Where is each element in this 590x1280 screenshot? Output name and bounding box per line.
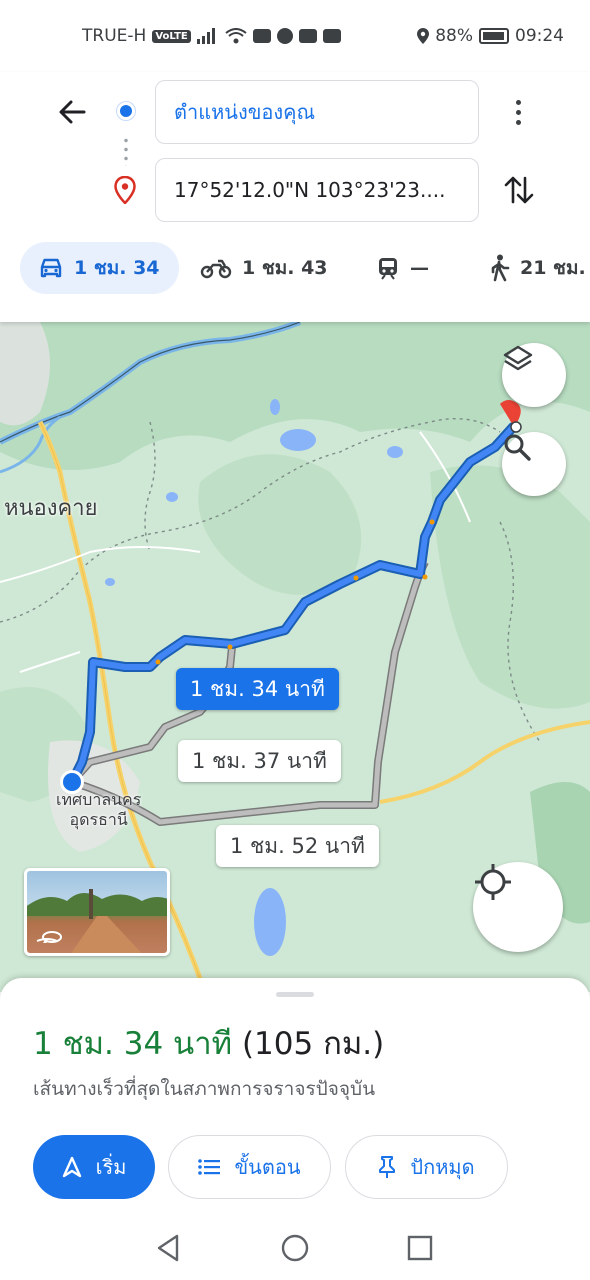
route-distance: (105 กม.): [241, 1026, 385, 1062]
location-status-icon: [417, 28, 430, 44]
connector-dots: [124, 136, 128, 166]
clock: 09:24: [515, 26, 564, 46]
pin-label: ปักหมุด: [410, 1155, 475, 1179]
directions-header: ตำแหน่งของคุณ 17°52'12.0"N 103°23'23....…: [0, 72, 590, 322]
tab-motorcycle[interactable]: 1 ชม. 43: [200, 242, 328, 294]
back-triangle-icon[interactable]: [153, 1232, 185, 1264]
tab-car[interactable]: 1 ชม. 34: [20, 242, 179, 294]
origin-field[interactable]: ตำแหน่งของคุณ: [155, 80, 479, 144]
pin-button[interactable]: ปักหมุด: [345, 1135, 508, 1199]
route-summary: 1 ชม. 34 นาที (105 กม.): [33, 1018, 384, 1068]
list-icon: [198, 1159, 221, 1175]
search-along-route-button[interactable]: [502, 432, 566, 496]
car-time: 1 ชม. 34: [74, 257, 160, 279]
steps-label: ขั้นตอน: [234, 1155, 301, 1179]
steps-button[interactable]: ขั้นตอน: [168, 1135, 331, 1199]
destination-field[interactable]: 17°52'12.0"N 103°23'23....: [155, 158, 479, 222]
drag-handle[interactable]: [276, 992, 314, 997]
system-navigation-bar: [0, 1218, 590, 1280]
route-description: เส้นทางเร็วที่สุดในสภาพการจราจรปัจจุบัน: [33, 1078, 376, 1100]
start-navigation-button[interactable]: เริ่ม: [33, 1135, 155, 1199]
swap-icon[interactable]: [503, 172, 535, 208]
battery-icon: [479, 28, 509, 44]
route-summary-sheet: 1 ชม. 34 นาที (105 กม.) เส้นทางเร็วที่สุ…: [0, 978, 590, 1218]
route-label-selected[interactable]: 1 ชม. 34 นาที: [176, 668, 339, 710]
search-icon: [504, 434, 531, 461]
status-bar: TRUE-H VoLTE 88% 09:24: [0, 0, 590, 72]
navigation-arrow-icon: [62, 1156, 81, 1178]
layers-icon: [503, 345, 533, 371]
back-arrow-icon[interactable]: [54, 94, 90, 130]
town-label-line1: เทศบาลนคร: [56, 790, 142, 809]
signal-icon: [196, 28, 215, 44]
messenger-icon: [276, 28, 293, 44]
motorcycle-time: 1 ชม. 43: [242, 257, 328, 279]
route-duration: 1 ชม. 34 นาที: [33, 1026, 233, 1062]
crosshair-icon: [475, 864, 511, 900]
start-label: เริ่ม: [95, 1155, 127, 1179]
mail-icon: [322, 29, 341, 43]
city-label-nongkhai: หนองคาย: [4, 496, 98, 521]
route-label-alt-2[interactable]: 1 ชม. 52 นาที: [216, 825, 379, 867]
street-view-thumbnail[interactable]: [24, 868, 170, 956]
tab-transit[interactable]: —: [376, 242, 429, 294]
wifi-icon: [225, 28, 247, 44]
route-label-alt-1[interactable]: 1 ชม. 37 นาที: [178, 740, 341, 782]
recents-square-icon[interactable]: [404, 1232, 436, 1264]
travel-mode-tabs: 1 ชม. 34 1 ชม. 43 — 21 ชม.: [0, 242, 590, 298]
carrier-name: TRUE-H: [82, 26, 147, 46]
status-right: 88% 09:24: [417, 26, 564, 46]
status-left: TRUE-H VoLTE: [82, 26, 341, 46]
rotate-360-icon: [42, 931, 62, 943]
tab-walk[interactable]: 21 ชม.: [488, 242, 586, 294]
volte-badge: VoLTE: [152, 29, 191, 43]
pushpin-icon: [379, 1156, 396, 1178]
walking-icon: [491, 254, 510, 282]
origin-dot-icon: [117, 102, 135, 120]
more-options-icon[interactable]: [508, 94, 528, 130]
my-location-button[interactable]: [473, 862, 563, 952]
youtube-icon-2: [298, 29, 317, 43]
youtube-icon: [252, 29, 271, 43]
train-icon: [379, 258, 397, 280]
map-view[interactable]: หนองคาย เทศบาลนคร อุดรธานี 1 ชม. 34 นาที…: [0, 322, 590, 992]
transit-time: —: [410, 257, 429, 279]
town-label-line2: อุดรธานี: [69, 810, 128, 829]
destination-pin-icon: [114, 176, 136, 204]
town-label-udon: เทศบาลนคร อุดรธานี: [56, 790, 141, 830]
motorcycle-icon: [200, 259, 232, 279]
battery-percent: 88%: [435, 26, 473, 46]
home-circle-icon[interactable]: [279, 1232, 311, 1264]
walk-time: 21 ชม.: [520, 257, 586, 279]
layers-button[interactable]: [502, 343, 566, 407]
car-icon: [40, 258, 62, 278]
